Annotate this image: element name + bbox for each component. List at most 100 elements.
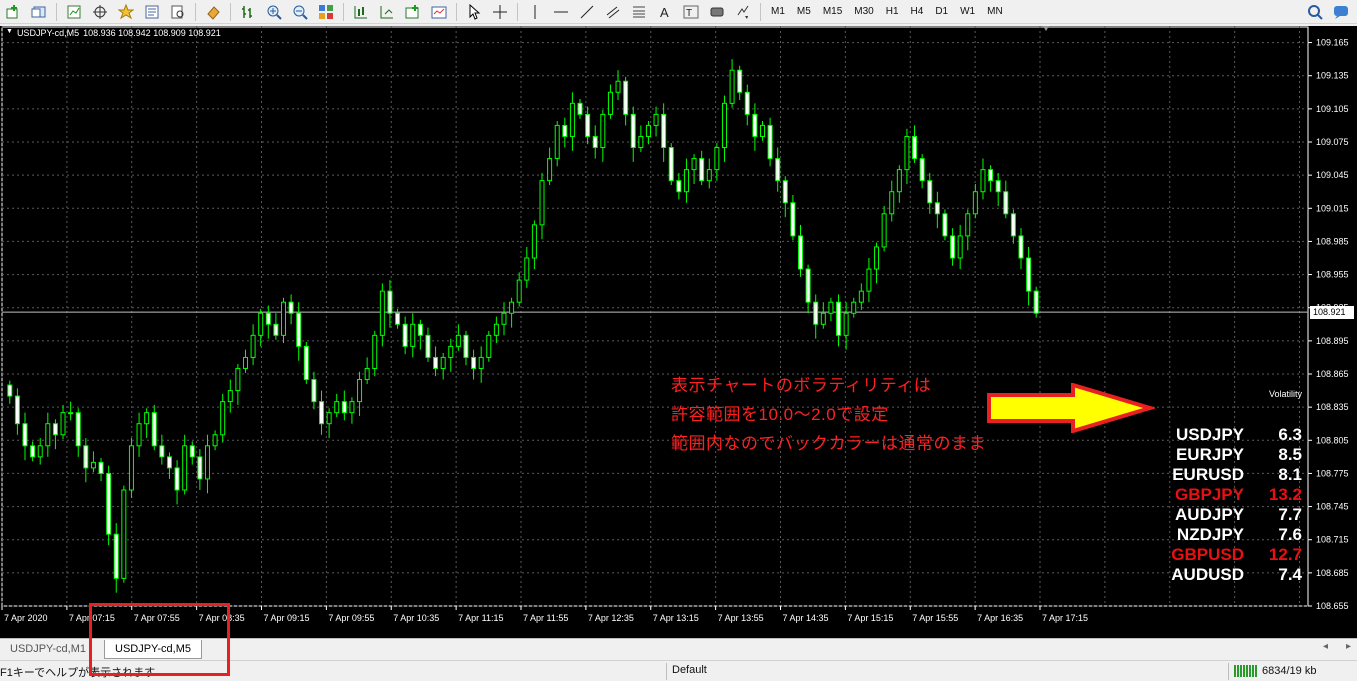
timeframe-h4[interactable]: H4 — [905, 2, 930, 22]
status-connection[interactable]: 6834/19 kb — [1234, 664, 1316, 677]
bear-candle — [288, 301, 294, 314]
status-bar: F1キーでヘルプが表示されます Default 6834/19 kb — [0, 660, 1357, 681]
bear-candle — [1010, 213, 1016, 237]
bull-candle — [516, 279, 522, 303]
bear-candle — [668, 147, 674, 182]
bear-candle — [919, 158, 925, 182]
tile-windows-icon[interactable] — [315, 2, 337, 22]
time-axis-label: 7 Apr 16:35 — [977, 613, 1023, 623]
trendline-icon[interactable] — [576, 2, 598, 22]
status-traffic: 6834/19 kb — [1262, 664, 1317, 677]
bull-candle — [607, 91, 613, 115]
timeframe-d1[interactable]: D1 — [929, 2, 954, 22]
new-chart-icon[interactable] — [2, 2, 24, 22]
indicators-icon[interactable] — [402, 2, 424, 22]
chat-icon[interactable] — [1333, 4, 1349, 25]
tab-usdjpy-m5[interactable]: USDJPY-cd,M5 — [104, 640, 203, 659]
timeframe-m15[interactable]: M15 — [817, 2, 848, 22]
crosshair-icon[interactable] — [489, 2, 511, 22]
scroll-left-icon[interactable]: ◂ — [1323, 641, 1328, 652]
bear-candle — [676, 180, 682, 193]
channel-icon[interactable] — [602, 2, 624, 22]
bull-candle — [128, 445, 134, 491]
bear-candle — [775, 158, 781, 182]
arrows-icon[interactable] — [732, 2, 754, 22]
bear-candle — [75, 412, 81, 447]
autotrading-icon[interactable] — [202, 2, 224, 22]
volatility-symbol: USDJPY — [1175, 425, 1244, 444]
templates-icon[interactable] — [428, 2, 450, 22]
volatility-row-gbpusd: GBPUSD 12.7 — [1150, 545, 1306, 565]
time-axis-label: 7 Apr 13:15 — [653, 613, 699, 623]
volatility-symbol: EURJPY — [1175, 445, 1244, 464]
bear-candle — [934, 202, 940, 215]
tab-usdjpy-m1[interactable]: USDJPY-cd,M1 — [0, 640, 96, 659]
zoom-in-icon[interactable] — [263, 2, 285, 22]
chart-dropdown-icon[interactable]: ▼ — [6, 28, 13, 38]
time-axis-label: 7 Apr 12:35 — [588, 613, 634, 623]
bear-candle — [737, 69, 743, 93]
toolbar-file-group: A T M1 M5 M15 M30 H1 H4 D1 W1 MN — [0, 0, 1009, 24]
timeframe-mn[interactable]: MN — [981, 2, 1009, 22]
bear-candle — [395, 312, 401, 325]
text-label-icon[interactable]: T — [680, 2, 702, 22]
bull-candle — [866, 268, 872, 292]
tab-scroll-buttons: ◂ ▸ — [1323, 641, 1351, 652]
bull-candle — [706, 169, 712, 182]
bear-candle — [433, 356, 439, 369]
vertical-line-icon[interactable] — [524, 2, 546, 22]
horizontal-line-icon[interactable] — [550, 2, 572, 22]
bull-candle — [858, 290, 864, 303]
bear-candle — [98, 461, 104, 474]
bull-candle — [212, 434, 218, 447]
scroll-right-icon[interactable]: ▸ — [1346, 641, 1351, 652]
bar-chart-icon[interactable] — [237, 2, 259, 22]
bull-candle — [372, 334, 378, 369]
bear-candle — [52, 423, 58, 436]
bull-candle — [478, 356, 484, 369]
bear-candle — [1003, 191, 1009, 215]
bull-candle — [980, 169, 986, 193]
market-watch-icon[interactable] — [63, 2, 85, 22]
terminal-icon[interactable] — [141, 2, 163, 22]
cursor-icon[interactable] — [463, 2, 485, 22]
bear-candle — [912, 135, 918, 160]
bear-candle — [836, 301, 842, 336]
timeframe-h1[interactable]: H1 — [880, 2, 905, 22]
bear-candle — [630, 113, 636, 149]
zoom-out-icon[interactable] — [289, 2, 311, 22]
shapes-icon[interactable] — [706, 2, 728, 22]
profiles-icon[interactable] — [28, 2, 50, 22]
timeframe-m5[interactable]: M5 — [791, 2, 817, 22]
toolbar-separator — [760, 2, 761, 21]
text-tool-icon[interactable]: A — [654, 2, 676, 22]
strategy-tester-icon[interactable] — [167, 2, 189, 22]
time-axis-label: 7 Apr 09:55 — [328, 613, 374, 623]
bull-candle — [524, 257, 530, 281]
bear-candle — [805, 268, 811, 303]
chart-window[interactable]: 109.165 109.135 109.105 109.075 109.045 109.0… — [0, 26, 1357, 638]
toolbar-separator — [343, 2, 344, 21]
chart-ohlc: 108.936 108.942 108.909 108.921 — [83, 28, 221, 38]
bull-candle — [448, 345, 454, 358]
timeframe-w1[interactable]: W1 — [954, 2, 981, 22]
bear-candle — [174, 467, 180, 491]
navigator-icon[interactable] — [89, 2, 111, 22]
bear-candle — [577, 102, 583, 115]
chart-shift-icon[interactable] — [350, 2, 372, 22]
time-axis-label: 7 Apr 09:15 — [264, 613, 310, 623]
bear-candle — [1026, 257, 1032, 292]
bear-candle — [311, 379, 317, 403]
fibonacci-icon[interactable] — [628, 2, 650, 22]
bull-candle — [227, 390, 233, 403]
volatility-symbol: GBPUSD — [1171, 545, 1244, 564]
timeframe-m1[interactable]: M1 — [765, 2, 791, 22]
bear-candle — [813, 301, 819, 325]
search-icon[interactable] — [1307, 4, 1323, 25]
bear-candle — [661, 113, 667, 149]
auto-scroll-icon[interactable] — [376, 2, 398, 22]
favorites-icon[interactable] — [115, 2, 137, 22]
timeframe-m30[interactable]: M30 — [848, 2, 879, 22]
price-axis-label: 108.985 — [1316, 236, 1349, 246]
bear-candle — [303, 345, 309, 381]
